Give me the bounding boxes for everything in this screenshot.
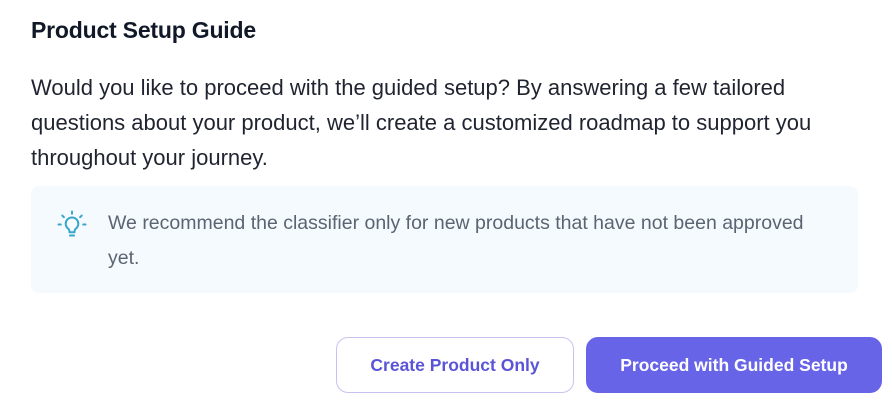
create-product-only-button[interactable]: Create Product Only xyxy=(336,337,574,393)
dialog-description: Would you like to proceed with the guide… xyxy=(31,75,812,170)
proceed-guided-setup-button[interactable]: Proceed with Guided Setup xyxy=(586,337,882,393)
setup-guide-dialog: Product Setup Guide Would you like to pr… xyxy=(0,0,892,406)
recommendation-note: We recommend the classifier only for new… xyxy=(31,186,858,293)
lightbulb-icon xyxy=(55,208,89,242)
recommendation-text: We recommend the classifier only for new… xyxy=(108,212,804,269)
dialog-title: Product Setup Guide xyxy=(31,17,256,43)
